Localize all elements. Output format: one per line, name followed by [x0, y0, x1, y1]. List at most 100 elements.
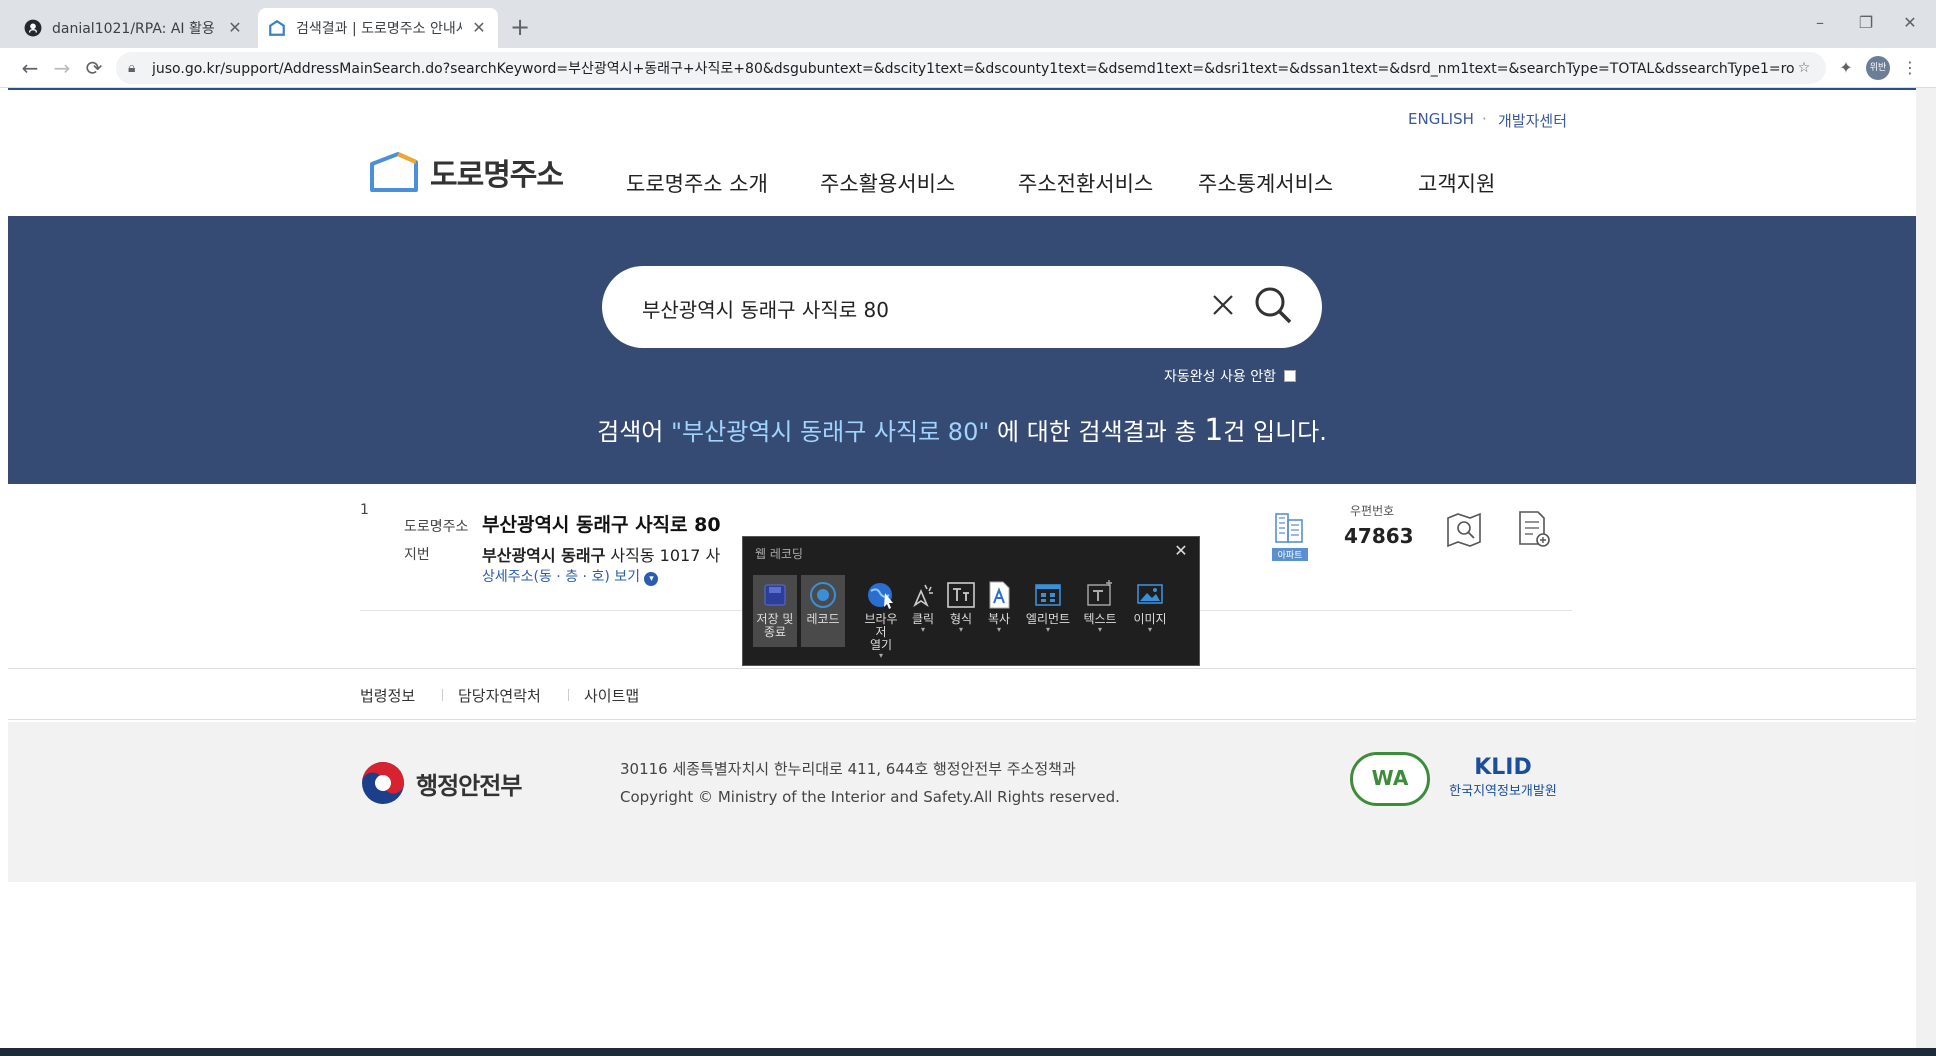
autocomplete-toggle[interactable]: 자동완성 사용 안함 [1164, 366, 1296, 386]
nav-convert-service[interactable]: 주소전환서비스 [1018, 168, 1153, 198]
detail-link-text: 상세주소(동 · 층 · 호) 보기 [482, 569, 640, 585]
footer-separator [442, 689, 443, 701]
result-index: 1 [360, 502, 369, 518]
footer-separator [568, 689, 569, 701]
tab-github[interactable]: danial1021/RPA: AI 활용 통합 회 ✕ [14, 8, 254, 48]
dropdown-arrow-icon[interactable]: ▾ [859, 652, 903, 660]
bookmark-star-icon[interactable]: ☆ [1794, 60, 1814, 76]
recording-panel-title: 웹 레코딩 [755, 547, 803, 561]
search-query-text: 부산광역시 동래구 사직로 80 [642, 298, 889, 322]
footer-copyright: Copyright © Ministry of the Interior and… [620, 788, 1120, 806]
web-recording-panel: 웹 레코딩 ✕ 저장 및 종료 레코드 브라우저 열기 ▾ 클릭 ▾ 형식 ▾ [742, 536, 1200, 666]
image-button[interactable]: 이미지 ▾ [1127, 575, 1173, 647]
browser-tab-bar: danial1021/RPA: AI 활용 통합 회 ✕ 검색결과 | 도로명주… [0, 0, 1936, 48]
text-icon [1087, 580, 1112, 606]
wa-badge-text: WA [1371, 766, 1409, 790]
record-icon [810, 582, 836, 608]
nav-support[interactable]: 고객지원 [1418, 168, 1495, 198]
english-link[interactable]: ENGLISH [1408, 110, 1474, 128]
footer-link-sitemap[interactable]: 사이트맵 [584, 685, 639, 706]
footer-link-law[interactable]: 법령정보 [360, 685, 415, 706]
type-button[interactable]: 형식 ▾ [943, 575, 979, 647]
extensions-icon[interactable]: ✦ [1834, 56, 1858, 80]
os-taskbar [0, 1048, 1936, 1056]
footer-links: 법령정보 담당자연락처 사이트맵 [8, 668, 1916, 720]
nav-stats-service[interactable]: 주소통계서비스 [1198, 168, 1333, 198]
tab-title: 검색결과 | 도로명주소 안내시스 [296, 21, 462, 37]
open-browser-button[interactable]: 브라우저 열기 ▾ [859, 575, 903, 660]
click-icon [913, 584, 933, 608]
jibun-address-bold: 부산광역시 동래구 [482, 546, 606, 565]
reload-button[interactable]: ⟳ [80, 54, 108, 82]
forward-button[interactable]: → [48, 54, 76, 82]
road-address[interactable]: 부산광역시 동래구 사직로 80 [482, 510, 721, 537]
nav-usage-service[interactable]: 주소활용서비스 [820, 168, 955, 198]
address-bar[interactable]: 🔒︎ juso.go.kr/support/AddressMainSearch.… [116, 52, 1826, 84]
dropdown-arrow-icon[interactable]: ▾ [943, 626, 979, 634]
result-summary: 검색어 "부산광역시 동래구 사직로 80" 에 대한 검색결과 총 1건 입니… [8, 412, 1916, 448]
click-button[interactable]: 클릭 ▾ [905, 575, 941, 647]
autocomplete-checkbox[interactable] [1284, 370, 1296, 382]
clear-icon[interactable] [1208, 290, 1238, 320]
document-add-icon[interactable] [1516, 508, 1552, 550]
site-logo[interactable]: 도로명주소 [368, 150, 564, 194]
element-button[interactable]: 엘리먼트 ▾ [1021, 575, 1075, 647]
address-toolbar: ← → ⟳ 🔒︎ juso.go.kr/support/AddressMainS… [0, 48, 1936, 88]
result-count: 1 [1204, 413, 1224, 448]
zip-code: 47863 [1344, 524, 1414, 548]
restore-button[interactable]: ❐ [1846, 10, 1886, 36]
footer-address: 30116 세종특별자치시 한누리대로 411, 644호 행정안전부 주소정책… [620, 760, 1076, 778]
dropdown-arrow-icon[interactable]: ▾ [1021, 626, 1075, 634]
detail-address-link[interactable]: 상세주소(동 · 층 · 호) 보기 ▾ [482, 566, 659, 586]
building-button[interactable]: 아파트 [1270, 508, 1310, 561]
taegeuk-icon [362, 762, 404, 804]
close-icon[interactable]: ✕ [226, 19, 244, 37]
map-search-icon[interactable] [1444, 510, 1484, 550]
chevron-down-icon: ▾ [644, 572, 659, 586]
window-close-button[interactable]: ✕ [1890, 10, 1930, 36]
klid-text: KLID [1474, 755, 1532, 780]
type-icon [947, 582, 975, 608]
minimize-button[interactable]: – [1800, 10, 1840, 36]
autocomplete-label: 자동완성 사용 안함 [1164, 369, 1276, 385]
url-text: juso.go.kr/support/AddressMainSearch.do?… [152, 61, 1794, 77]
menu-kebab-icon[interactable]: ⋮ [1898, 56, 1922, 80]
copy-button[interactable]: 복사 ▾ [981, 575, 1017, 647]
developer-center-link[interactable]: 개발자센터 [1498, 110, 1567, 131]
search-hero: 부산광역시 동래구 사직로 80 자동완성 사용 안함 검색어 "부산광역시 동… [8, 216, 1916, 484]
tool-label-2: 종료 [763, 625, 787, 639]
search-input[interactable]: 부산광역시 동래구 사직로 80 [602, 266, 1322, 348]
close-icon[interactable]: ✕ [1171, 541, 1191, 561]
house-logo-icon [370, 152, 418, 192]
web-accessibility-badge: WA [1350, 752, 1430, 806]
search-icon[interactable] [1252, 284, 1294, 326]
save-icon [764, 584, 786, 606]
page-scrollbar[interactable] [1916, 88, 1936, 1056]
tab-juso[interactable]: 검색결과 | 도로명주소 안내시스 ✕ [258, 8, 498, 48]
footer-link-contact[interactable]: 담당자연락처 [458, 685, 541, 706]
road-address-label: 도로명주소 [404, 519, 469, 535]
result-keyword: "부산광역시 동래구 사직로 80" [671, 418, 990, 446]
text-button[interactable]: 텍스트 ▾ [1077, 575, 1123, 647]
tool-label: 브라우저 [864, 612, 898, 639]
save-and-exit-button[interactable]: 저장 및 종료 [753, 575, 797, 647]
result-suffix: 건 입니다. [1223, 418, 1327, 446]
github-icon [24, 19, 42, 37]
back-button[interactable]: ← [16, 54, 44, 82]
image-icon [1137, 584, 1163, 604]
close-icon[interactable]: ✕ [470, 19, 488, 37]
dropdown-arrow-icon[interactable]: ▾ [1077, 626, 1123, 634]
dropdown-arrow-icon[interactable]: ▾ [981, 626, 1017, 634]
jibun-address[interactable]: 부산광역시 동래구 사직동 1017 사 [482, 542, 720, 566]
nav-intro[interactable]: 도로명주소 소개 [626, 168, 768, 198]
tab-title: danial1021/RPA: AI 활용 통합 회 [52, 21, 218, 37]
record-button[interactable]: 레코드 [801, 575, 845, 647]
klid-logo: KLID 한국지역정보개발원 [1438, 755, 1568, 800]
new-tab-button[interactable]: + [506, 14, 534, 42]
tool-label: 레코드 [806, 612, 840, 626]
footer: 행정안전부 30116 세종특별자치시 한누리대로 411, 644호 행정안전… [8, 722, 1916, 882]
dropdown-arrow-icon[interactable]: ▾ [1127, 626, 1173, 634]
dropdown-arrow-icon[interactable]: ▾ [905, 626, 941, 634]
avatar[interactable]: 위반 [1866, 56, 1890, 80]
browser-globe-icon [868, 583, 893, 609]
